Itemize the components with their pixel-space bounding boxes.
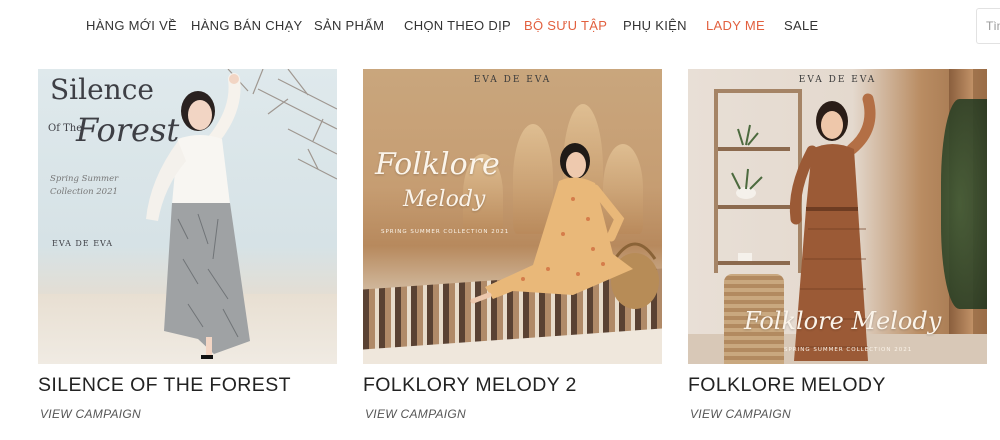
campaign-image-subline: SPRING SUMMER COLLECTION 2021 xyxy=(784,347,913,353)
campaign-image-script: Folklore xyxy=(375,147,500,182)
view-campaign-link[interactable]: VIEW CAMPAIGN xyxy=(40,407,141,421)
nav-item-products[interactable]: SẢN PHẨM xyxy=(314,18,384,33)
main-nav: HÀNG MỚI VỀ HÀNG BÁN CHẠY SẢN PHẨM CHỌN … xyxy=(0,0,1000,52)
campaign-card-folklory-melody-2: EVA DE EVA Folklore Melody SPRING SUMMER… xyxy=(363,69,662,421)
campaign-image-silence-of-the-forest[interactable]: Silence Of The Forest Spring Summer Coll… xyxy=(38,69,337,364)
campaign-card-silence-of-the-forest: Silence Of The Forest Spring Summer Coll… xyxy=(38,69,337,421)
campaign-image-meta: Spring Summer Collection 2021 xyxy=(50,174,119,197)
campaign-image-script: Melody xyxy=(403,187,486,212)
campaign-image-folklory-melody-2[interactable]: EVA DE EVA Folklore Melody SPRING SUMMER… xyxy=(363,69,662,364)
search-box xyxy=(976,8,1000,44)
campaign-title[interactable]: FOLKLORE MELODY xyxy=(688,374,886,397)
campaign-artwork xyxy=(470,143,659,309)
campaign-title[interactable]: FOLKLORY MELODY 2 xyxy=(363,374,577,397)
nav-item-best-sellers[interactable]: HÀNG BÁN CHẠY xyxy=(191,18,303,33)
campaign-card-folklore-melody: EVA DE EVA Folklore Melody SPRING SUMMER… xyxy=(688,69,987,421)
nav-item-accessories[interactable]: PHỤ KIỆN xyxy=(623,18,687,33)
nav-item-collections[interactable]: BỘ SƯU TẬP xyxy=(524,18,607,33)
campaign-image-subline: SPRING SUMMER COLLECTION 2021 xyxy=(381,229,510,235)
campaign-image-script: Forest xyxy=(76,111,180,149)
campaign-title[interactable]: SILENCE OF THE FOREST xyxy=(38,374,291,397)
brand-logo: EVA DE EVA xyxy=(798,75,877,85)
campaign-image-folklore-melody[interactable]: EVA DE EVA Folklore Melody SPRING SUMMER… xyxy=(688,69,987,364)
nav-item-new-arrivals[interactable]: HÀNG MỚI VỀ xyxy=(86,18,177,33)
campaign-image-title: Silence xyxy=(50,73,154,106)
view-campaign-link[interactable]: VIEW CAMPAIGN xyxy=(690,407,791,421)
brand-logo: EVA DE EVA xyxy=(52,239,114,248)
campaign-image-script: Folklore Melody xyxy=(744,307,942,335)
view-campaign-link[interactable]: VIEW CAMPAIGN xyxy=(365,407,466,421)
nav-item-lady-me[interactable]: LADY ME xyxy=(706,18,765,33)
search-input[interactable] xyxy=(977,9,1000,43)
nav-item-sale[interactable]: SALE xyxy=(784,18,818,33)
brand-logo: EVA DE EVA xyxy=(473,75,552,85)
nav-item-by-occasion[interactable]: CHỌN THEO DỊP xyxy=(404,18,511,33)
